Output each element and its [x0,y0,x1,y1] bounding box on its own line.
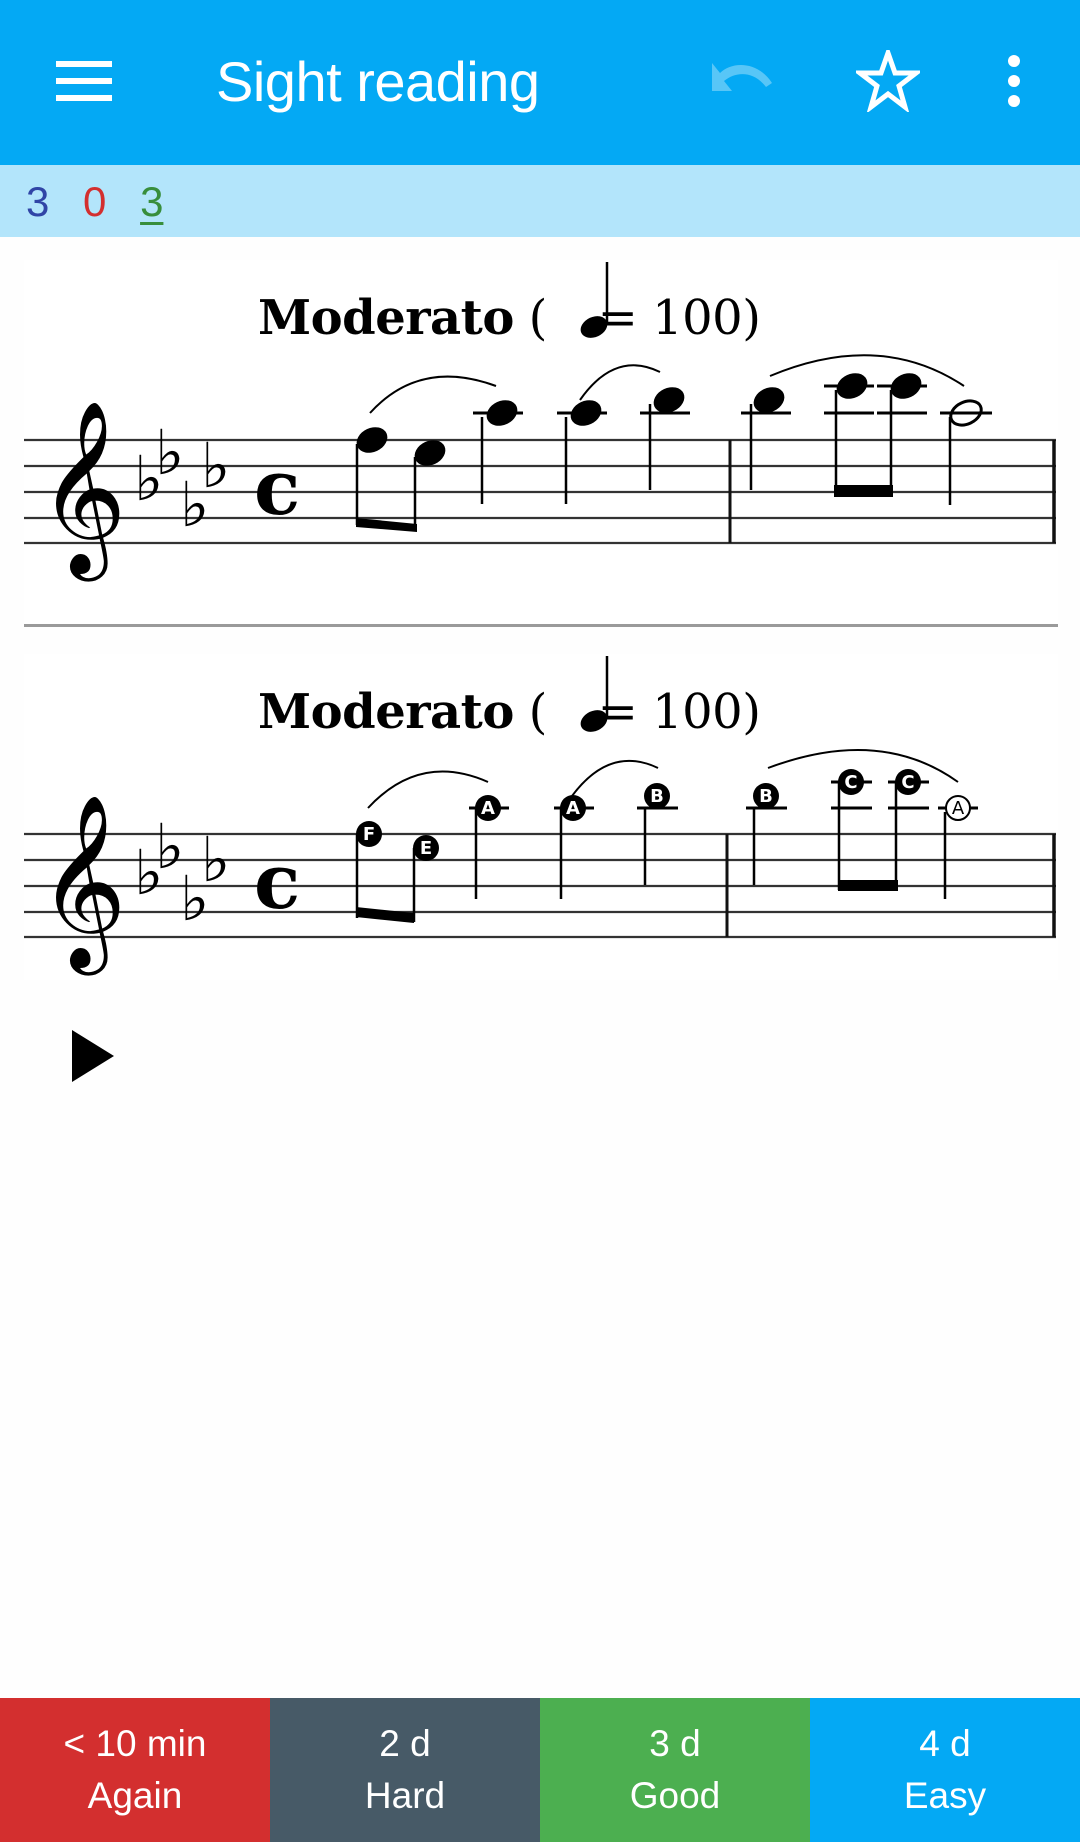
note-label: A [475,795,501,821]
note-labels: F E A A B B C C A [356,769,971,861]
note-label: C [838,769,864,795]
learning-count: 0 [83,178,107,225]
key-signature-flats: ♭ ♭ ♭ ♭ [134,416,230,541]
svg-text:B: B [759,786,773,807]
answer-buttons: < 10 min Again 2 d Hard 3 d Good 4 d Eas… [0,1698,1080,1842]
treble-clef-icon: 𝄞 [38,794,127,976]
app-bar: Sight reading [0,0,1080,165]
card-counts: 3 0 3 [26,176,185,228]
easy-button[interactable]: 4 d Easy [810,1698,1080,1842]
easy-interval: 4 d [919,1723,971,1764]
svg-text:C: C [901,772,914,793]
note-label: F [356,821,382,847]
svg-text:A: A [952,798,965,819]
note-label: A [945,795,971,821]
good-interval: 3 d [649,1723,701,1764]
hard-label: Hard [364,1775,446,1816]
svg-text:F: F [363,824,375,845]
review-count: 3 [140,178,164,225]
note-label: B [644,783,670,809]
common-time-icon: c [254,443,300,532]
undo-button[interactable] [704,41,784,121]
menu-icon [56,61,112,67]
note-label: B [753,783,779,809]
svg-text:A: A [566,798,580,819]
staff-answer: 𝄞 ♭ ♭ ♭ ♭ c F E A A B B C C A [24,656,1056,976]
key-signature-flats: ♭ ♭ ♭ ♭ [134,810,230,935]
svg-text:♭: ♭ [201,823,230,896]
note-label: A [560,795,586,821]
undo-icon [712,63,772,91]
menu-button[interactable] [40,45,128,117]
tempo-quarter-note-icon [580,262,609,338]
svg-text:C: C [844,772,857,793]
hard-button[interactable]: 2 d Hard [270,1698,540,1842]
new-count: 3 [26,178,50,225]
notes [355,373,992,532]
play-icon [72,1030,114,1082]
easy-label: Easy [903,1775,987,1816]
svg-text:A: A [481,798,495,819]
tempo-quarter-note-icon [580,656,609,732]
favorite-button[interactable] [848,41,928,121]
page-title: Sight reading [216,50,540,113]
more-vert-icon [1008,55,1020,107]
again-button[interactable]: < 10 min Again [0,1698,270,1842]
svg-text:♭: ♭ [201,429,230,502]
question-score: Moderato ( = 100) 𝄞 ♭ ♭ ♭ ♭ c [24,260,1058,626]
staff-question: 𝄞 ♭ ♭ ♭ ♭ c [24,262,1056,582]
star-outline-icon [856,50,920,112]
hard-interval: 2 d [379,1723,431,1764]
answer-score: Moderato ( = 100) 𝄞 ♭ ♭ ♭ ♭ c F E A A B … [24,654,1058,980]
treble-clef-icon: 𝄞 [38,400,127,582]
svg-text:E: E [420,838,432,859]
menu-icon-bar [56,78,112,84]
common-time-icon: c [254,837,300,926]
note-label: E [413,835,439,861]
note-label: C [895,769,921,795]
again-interval: < 10 min [63,1723,207,1764]
again-label: Again [87,1775,183,1816]
good-button[interactable]: 3 d Good [540,1698,810,1842]
play-button[interactable] [62,1024,126,1088]
good-label: Good [629,1775,721,1816]
question-answer-separator [24,624,1058,627]
menu-icon-bar [56,95,112,101]
svg-text:B: B [650,786,664,807]
more-options-button[interactable] [974,41,1054,121]
